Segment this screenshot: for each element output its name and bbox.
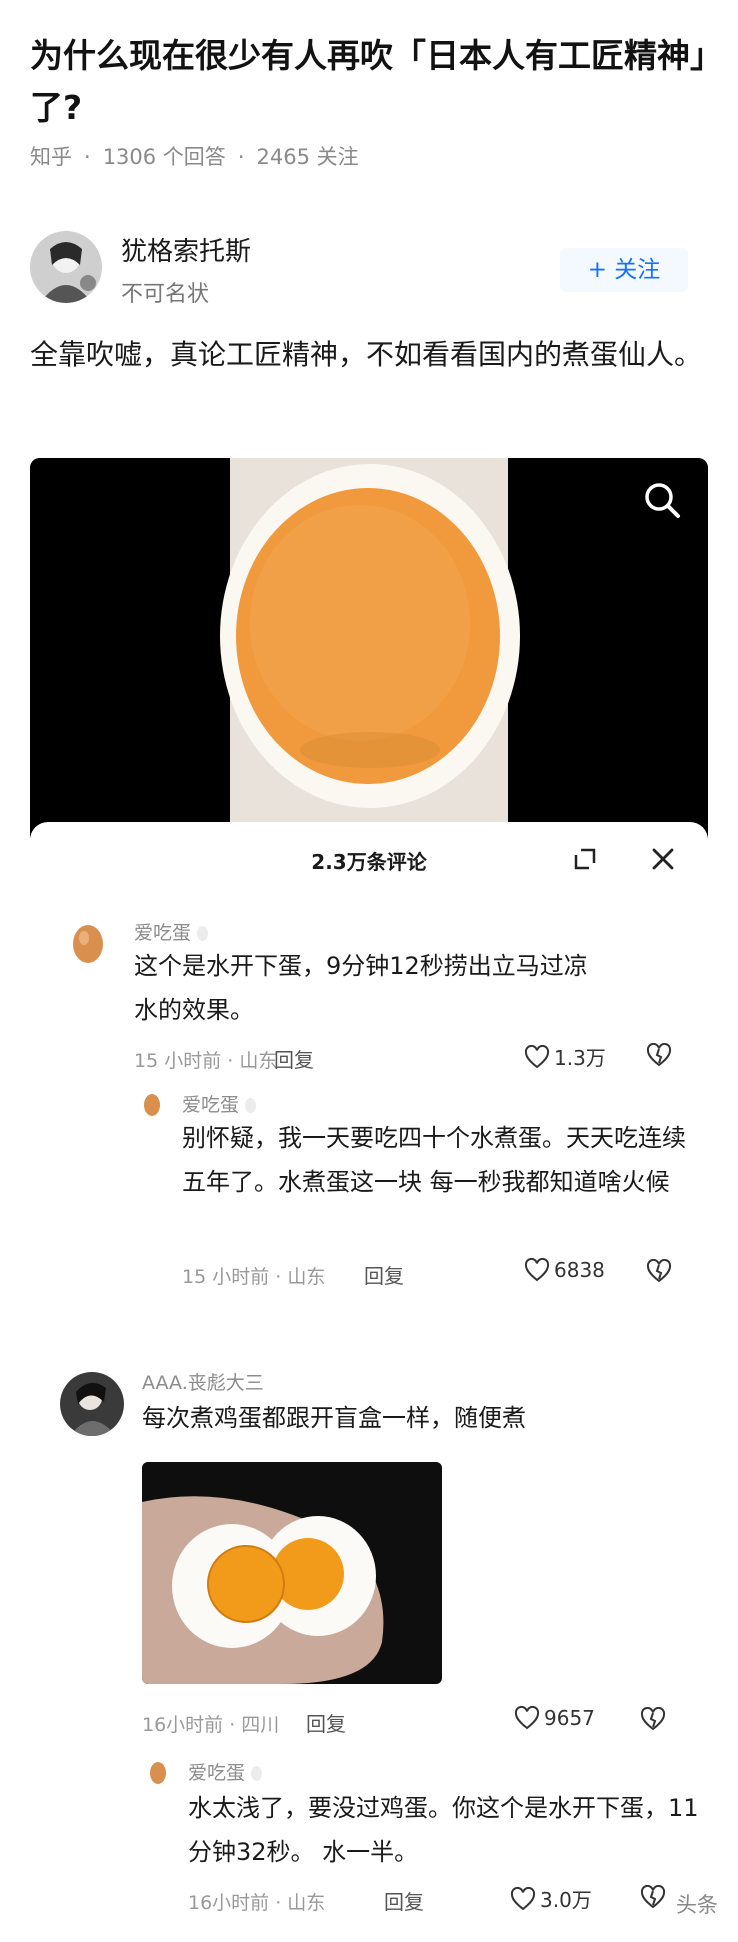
egg-avatar-icon[interactable] [142, 1092, 162, 1118]
expand-icon[interactable] [572, 846, 598, 872]
comment-item: 爱吃蛋 这个是水开下蛋，9分钟12秒捞出立马过凉水的效果。 15 小时前 · 山… [30, 922, 708, 1072]
egg-avatar-icon[interactable] [148, 1760, 168, 1786]
follow-button[interactable]: + 关注 [560, 248, 688, 292]
egg-badge-icon [197, 926, 209, 941]
broken-heart-icon[interactable] [646, 1043, 672, 1067]
author-name[interactable]: 犹格索托斯 [121, 231, 251, 268]
comment-text: 水太浅了，要没过鸡蛋。你这个是水开下蛋，11分钟32秒。 水一半。 [188, 1794, 699, 1866]
comment-text: 每次煮鸡蛋都跟开盲盒一样，随便煮 [142, 1404, 526, 1432]
like-count: 3.0万 [540, 1888, 592, 1912]
broken-heart-icon[interactable] [640, 1707, 666, 1731]
video-player[interactable] [30, 458, 708, 838]
answers-count[interactable]: 1306 个回答 [103, 145, 226, 169]
reply-button[interactable]: 回复 [364, 1260, 404, 1289]
heart-icon [524, 1258, 550, 1282]
comment-username: 爱吃蛋 [134, 918, 209, 945]
like-count: 1.3万 [554, 1046, 606, 1070]
broken-heart-icon[interactable] [640, 1885, 666, 1909]
egg-badge-icon [245, 1098, 257, 1113]
egg-video-frame [30, 458, 708, 838]
egg-avatar-icon[interactable] [70, 922, 106, 964]
like-button[interactable]: 1.3万 [524, 1042, 606, 1071]
watermark: 头条 [676, 1893, 718, 1917]
like-button[interactable]: 9657 [514, 1706, 595, 1730]
comment-time-location: 15 小时前 · 山东 [182, 1266, 326, 1288]
reply-button[interactable]: 回复 [274, 1044, 314, 1073]
comment-time-location: 16小时前 · 四川 [142, 1714, 280, 1736]
source-label: 知乎 [30, 145, 72, 169]
like-count: 9657 [544, 1706, 595, 1730]
comment-time-location: 16小时前 · 山东 [188, 1892, 326, 1914]
author-avatar[interactable] [30, 231, 102, 303]
like-button[interactable]: 3.0万 [510, 1884, 592, 1913]
comment-username: AAA.丧彪大三 [142, 1372, 264, 1394]
question-title: 为什么现在很少有人再吹「日本人有工匠精神」了? [30, 36, 707, 127]
comment-image[interactable] [142, 1462, 442, 1684]
comment-text: 别怀疑，我一天要吃四十个水煮蛋。天天吃连续五年了。水煮蛋这一块 每一秒我都知道啥… [182, 1124, 686, 1196]
egg-badge-icon [251, 1766, 263, 1781]
like-count: 6838 [554, 1258, 605, 1282]
author-bio: 不可名状 [121, 282, 210, 307]
comment-username: 爱吃蛋 [182, 1090, 257, 1117]
heart-icon [524, 1044, 550, 1068]
reply-button[interactable]: 回复 [306, 1708, 346, 1737]
question-meta: 知乎 · 1306 个回答 · 2465 关注 [30, 145, 359, 169]
comment-username: 爱吃蛋 [188, 1758, 263, 1785]
user-avatar[interactable] [60, 1372, 124, 1436]
reply-button[interactable]: 回复 [384, 1886, 424, 1915]
like-button[interactable]: 6838 [524, 1258, 605, 1282]
comment-time-location: 15 小时前 · 山东 [134, 1050, 278, 1072]
halved-egg-photo [142, 1462, 442, 1684]
follows-count: 2465 关注 [256, 145, 359, 169]
heart-icon [514, 1706, 540, 1730]
answer-text: 全靠吹嘘，真论工匠精神，不如看看国内的煮蛋仙人。 [30, 338, 703, 371]
comment-text: 这个是水开下蛋，9分钟12秒捞出立马过凉水的效果。 [134, 952, 588, 1024]
comment-item: 爱吃蛋 水太浅了，要没过鸡蛋。你这个是水开下蛋，11分钟32秒。 水一半。 16… [30, 1760, 708, 1930]
comments-count-title: 2.3万条评论 [311, 850, 427, 874]
search-icon[interactable] [640, 478, 684, 522]
comments-panel: 2.3万条评论 爱吃蛋 这个是水开下蛋，9分钟12秒捞出立马过凉水的效果。 15… [30, 822, 708, 1942]
heart-icon [510, 1886, 536, 1910]
broken-heart-icon[interactable] [646, 1259, 672, 1283]
close-icon[interactable] [650, 846, 676, 872]
comment-item: 爱吃蛋 别怀疑，我一天要吃四十个水煮蛋。天天吃连续五年了。水煮蛋这一块 每一秒我… [30, 1090, 708, 1288]
comment-item: AAA.丧彪大三 每次煮鸡蛋都跟开盲盒一样，随便煮 16小时前 · 四川 回复 … [30, 1372, 708, 1742]
